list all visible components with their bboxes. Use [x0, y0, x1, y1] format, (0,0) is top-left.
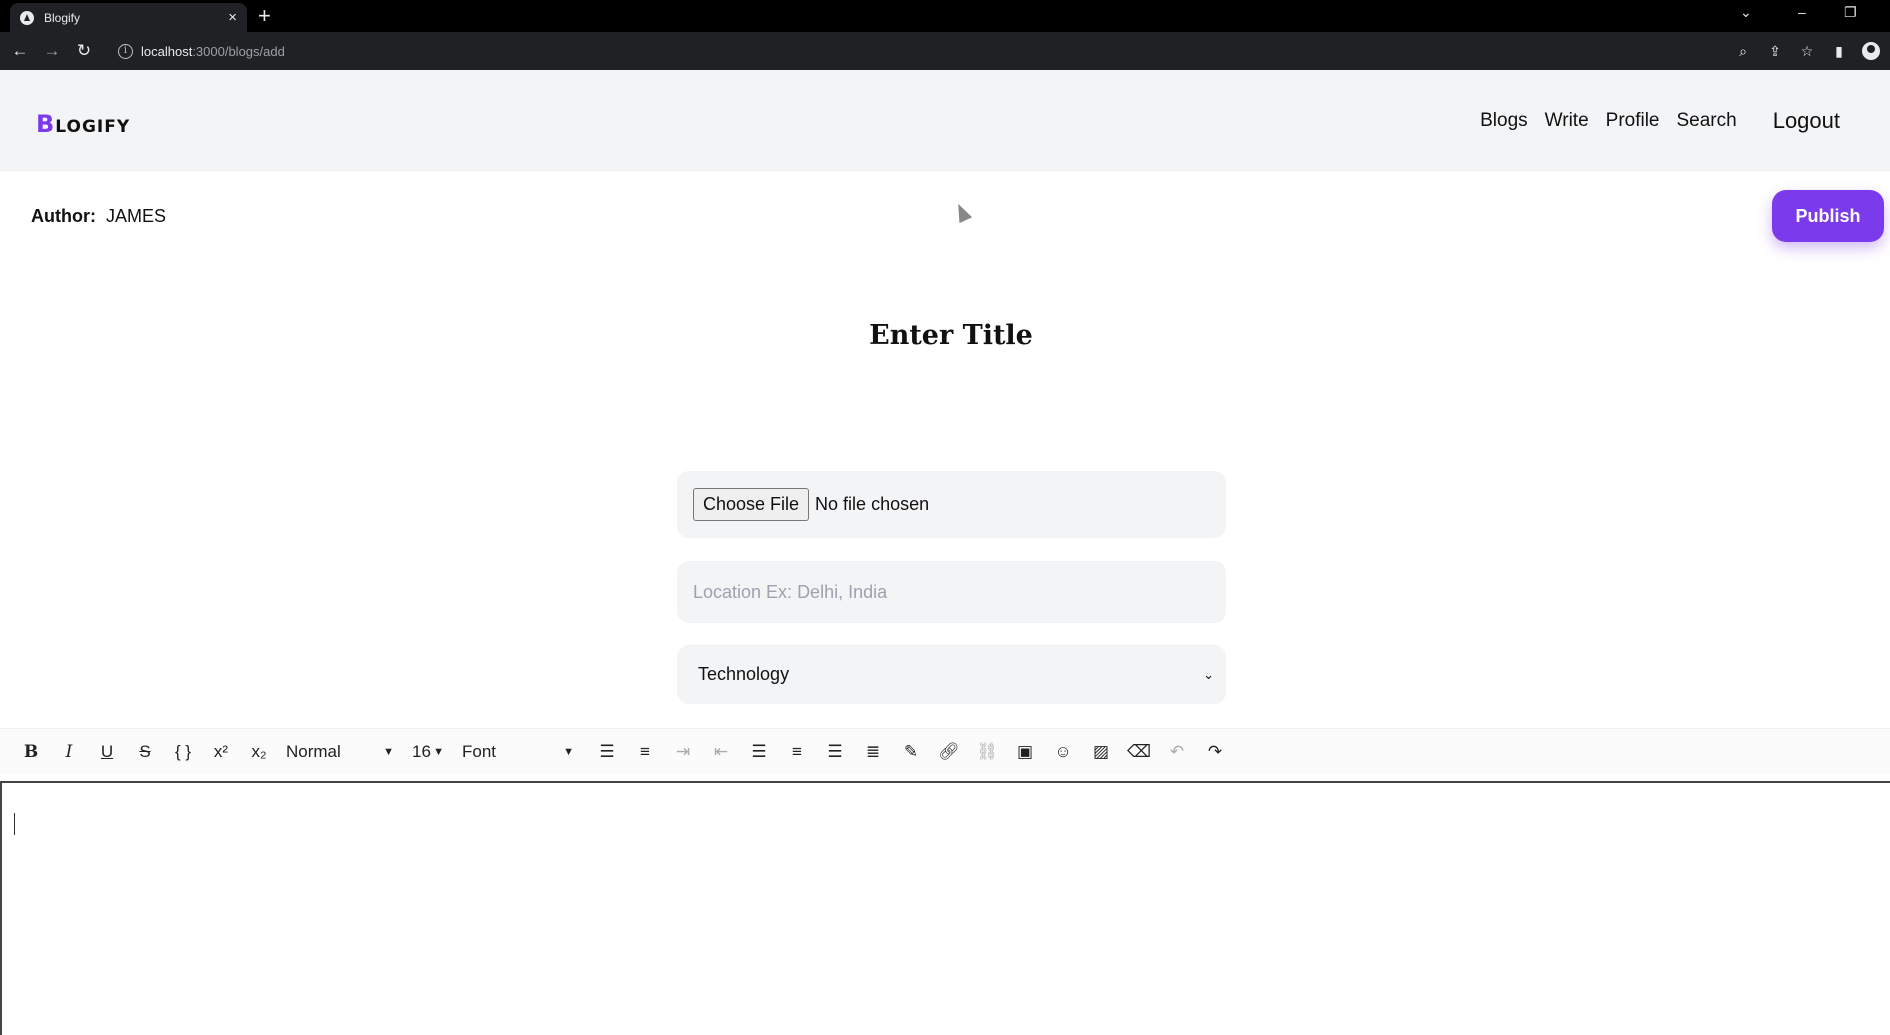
font-size-dropdown[interactable]: 16 ▼	[406, 736, 450, 768]
zoom-icon[interactable]: ⌕	[1734, 43, 1752, 60]
image-icon[interactable]: ▨	[1082, 736, 1120, 768]
embed-icon[interactable]: ▣	[1006, 736, 1044, 768]
strikethrough-icon: S	[139, 741, 151, 761]
url-host: localhost	[141, 43, 193, 59]
site-info-icon[interactable]: i	[118, 43, 133, 59]
emoji-icon[interactable]: ☺	[1044, 736, 1082, 768]
align-right-icon[interactable]: ☰	[816, 736, 854, 768]
restore-icon[interactable]: ❐	[1844, 4, 1857, 21]
ordered-list-icon[interactable]: ≡	[626, 736, 664, 768]
font-family-value: Font	[462, 741, 497, 761]
block-type-dropdown[interactable]: Normal ▼	[280, 736, 400, 768]
browser-toolbar: ← → ↻ i localhost:3000/blogs/add ⌕ ⇪ ☆ ▮	[0, 32, 1890, 70]
indent-icon[interactable]: ⇥	[664, 736, 702, 768]
unordered-list-icon[interactable]: ☰	[588, 736, 626, 768]
tab-search-icon[interactable]: ⌄	[1740, 4, 1752, 21]
author-info: Author: JAMES	[31, 206, 166, 227]
italic-button[interactable]: I	[50, 736, 88, 768]
category-select[interactable]: Technology ⌄	[677, 645, 1226, 704]
app-header: BLOGIFY Blogs Write Profile Search Logou…	[0, 70, 1890, 171]
outdent-icon[interactable]: ⇤	[702, 736, 740, 768]
profile-avatar-icon[interactable]	[1862, 42, 1880, 60]
editor-content-area[interactable]	[0, 781, 1890, 1035]
font-family-dropdown[interactable]: Font ▼	[456, 736, 580, 768]
nav-write[interactable]: Write	[1545, 110, 1589, 132]
block-type-value: Normal	[286, 741, 341, 761]
undo-icon[interactable]: ↶	[1158, 736, 1196, 768]
unlink-icon[interactable]: ⛓︎	[968, 736, 1006, 768]
text-caret	[14, 813, 15, 835]
code-icon: { }	[174, 741, 192, 761]
align-justify-icon[interactable]: ≣	[854, 736, 892, 768]
address-bar[interactable]: i localhost:3000/blogs/add	[110, 36, 1760, 66]
align-center-icon[interactable]: ≡	[778, 736, 816, 768]
category-value: Technology	[698, 664, 790, 684]
logo-initial: B	[36, 110, 56, 138]
chevron-down-icon: ⌄	[1203, 666, 1214, 682]
back-icon[interactable]: ←	[4, 41, 36, 61]
redo-icon[interactable]: ↷	[1196, 736, 1234, 768]
star-icon[interactable]: ☆	[1798, 43, 1816, 60]
forward-icon[interactable]: →	[36, 41, 68, 61]
nav-blogs[interactable]: Blogs	[1480, 110, 1528, 132]
publish-button[interactable]: Publish	[1772, 190, 1884, 242]
author-label: Author:	[31, 206, 96, 226]
close-tab-icon[interactable]: ×	[228, 9, 237, 26]
logout-link[interactable]: Logout	[1773, 108, 1840, 134]
bold-icon: B	[23, 741, 39, 762]
cover-image-field: Choose File No file chosen	[677, 471, 1226, 538]
title-input[interactable]: Enter Title	[0, 320, 1890, 351]
underline-icon: U	[100, 741, 114, 761]
browser-tab[interactable]: Blogify ×	[10, 3, 247, 32]
eraser-icon[interactable]: ⌫	[1120, 736, 1158, 768]
new-tab-icon[interactable]: +	[258, 3, 271, 29]
author-name: JAMES	[105, 206, 166, 226]
dropdown-caret-icon: ▼	[433, 745, 444, 758]
align-left-icon[interactable]: ☰	[740, 736, 778, 768]
mouse-cursor-icon	[951, 200, 973, 224]
browser-tab-bar: Blogify × + ⌄ – ❐	[0, 0, 1890, 32]
share-icon[interactable]: ⇪	[1766, 43, 1784, 60]
main-nav: Blogs Write Profile Search Logout	[1480, 108, 1890, 134]
tab-title: Blogify	[44, 10, 81, 25]
italic-icon: I	[65, 741, 73, 762]
editor-toolbar: B I U S { } x² x₂ Normal ▼ 16 ▼ Font ▼ ☰…	[0, 728, 1890, 774]
dropdown-caret-icon: ▼	[563, 745, 574, 758]
choose-file-button[interactable]: Choose File	[693, 488, 810, 521]
code-button[interactable]: { }	[164, 736, 202, 768]
bold-button[interactable]: B	[12, 736, 50, 768]
subscript-icon: x₂	[251, 741, 267, 761]
color-picker-icon[interactable]: ✎	[892, 736, 930, 768]
link-icon[interactable]: 🔗︎	[930, 736, 968, 768]
logo-text: LOGIFY	[55, 117, 131, 137]
nav-search[interactable]: Search	[1677, 110, 1737, 132]
side-panel-icon[interactable]: ▮	[1830, 43, 1848, 60]
reload-icon[interactable]: ↻	[68, 41, 100, 61]
nav-profile[interactable]: Profile	[1606, 110, 1660, 132]
location-input[interactable]	[693, 581, 1213, 603]
file-status: No file chosen	[815, 494, 930, 514]
favicon-icon	[20, 10, 34, 25]
minimize-icon[interactable]: –	[1798, 4, 1806, 20]
font-size-value: 16	[412, 741, 431, 761]
superscript-button[interactable]: x²	[202, 736, 240, 768]
logo[interactable]: BLOGIFY	[36, 110, 130, 138]
superscript-icon: x²	[213, 741, 229, 761]
location-field	[677, 561, 1226, 623]
dropdown-caret-icon: ▼	[383, 745, 394, 758]
underline-button[interactable]: U	[88, 736, 126, 768]
url-path: :3000/blogs/add	[192, 43, 285, 59]
strikethrough-button[interactable]: S	[126, 736, 164, 768]
subscript-button[interactable]: x₂	[240, 736, 278, 768]
